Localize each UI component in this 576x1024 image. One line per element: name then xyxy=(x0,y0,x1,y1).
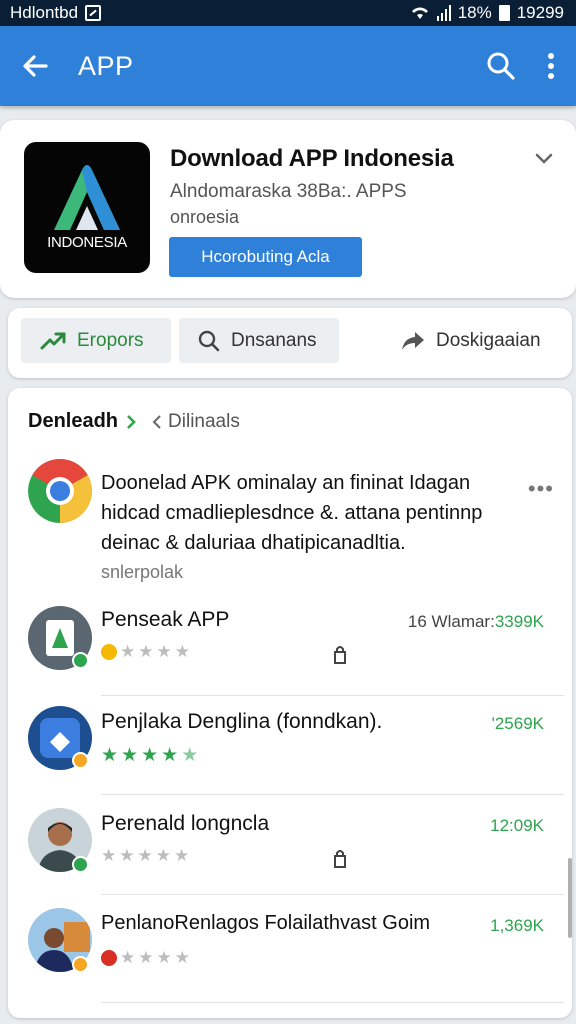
section-title: Denleadh xyxy=(28,410,119,432)
logo-text: INDONESIA xyxy=(47,234,127,251)
scrollbar[interactable] xyxy=(568,858,572,938)
more-horiz-icon[interactable]: ••• xyxy=(528,476,554,502)
chevron-left-icon xyxy=(152,414,161,429)
divider xyxy=(101,894,564,895)
back-arrow-icon[interactable] xyxy=(20,51,50,81)
item-meta: '2569K xyxy=(492,714,544,734)
item-meta: 12:09K xyxy=(490,816,544,836)
chrome-icon xyxy=(28,459,92,523)
featured-subtext: snlerpolak xyxy=(101,562,184,582)
item-downloads: '2569K xyxy=(491,714,544,733)
item-name: Penseak APP xyxy=(101,608,230,631)
verified-badge-icon xyxy=(72,652,89,669)
star-icon: ★ xyxy=(121,745,139,766)
more-vert-icon[interactable] xyxy=(546,52,556,80)
rating-stars: ★ ★ ★ ★ ★ xyxy=(101,744,198,767)
signal-icon xyxy=(436,5,451,21)
status-bar: Hdlontbd 18% 19299 xyxy=(0,0,576,26)
star-icon: ★ xyxy=(138,642,154,661)
star-icon: ★ xyxy=(137,846,153,865)
item-downloads: 12:09K xyxy=(490,816,544,835)
star-icon: ★ xyxy=(174,846,190,865)
chevron-down-icon[interactable] xyxy=(534,152,554,171)
trending-up-icon xyxy=(40,332,66,349)
star-icon: ★ xyxy=(101,846,117,865)
wifi-icon xyxy=(411,7,428,19)
star-icon: ★ xyxy=(161,745,179,766)
app-name: Download APP Indonesia xyxy=(170,145,454,172)
clock: 19299 xyxy=(516,3,564,22)
star-icon: ★ xyxy=(155,846,171,865)
lock-icon xyxy=(334,850,346,868)
rating-stars: ★ ★ ★ ★ xyxy=(101,948,190,968)
star-icon: ★ xyxy=(101,745,119,766)
tab-label: Dnsanans xyxy=(231,329,317,351)
divider xyxy=(101,695,564,696)
verified-badge-icon xyxy=(72,956,89,973)
app-developer: Alndomaraska 38Ba:. APPS xyxy=(170,181,407,202)
app-logo-mark-icon xyxy=(54,165,120,230)
item-name: Penjlaka Denglina (fonndkan). xyxy=(101,710,383,733)
section-header: Denleadh Dilinaals xyxy=(28,410,240,433)
search-icon[interactable] xyxy=(486,51,516,81)
search-icon xyxy=(198,330,220,351)
lock-icon xyxy=(334,646,346,664)
verified-badge-icon xyxy=(72,752,89,769)
divider xyxy=(101,794,564,795)
battery-percent: 18% xyxy=(457,3,492,22)
battery-icon xyxy=(498,5,510,21)
star-icon: ★ xyxy=(119,846,135,865)
tabs-bar: Eropors Dnsanans Doskigaaian xyxy=(8,308,572,378)
app-category: onroesia xyxy=(170,207,240,227)
tab-label: Doskigaaian xyxy=(436,329,541,351)
rating-dot-icon xyxy=(101,644,117,660)
app-bar: APP xyxy=(0,26,576,106)
rating-dot-icon xyxy=(101,950,117,966)
star-icon: ★ xyxy=(120,642,136,661)
notification-icon xyxy=(85,5,102,21)
star-icon: ★ xyxy=(138,948,154,967)
app-header-card: INDONESIA Download APP Indonesia Alndoma… xyxy=(0,120,576,298)
item-meta: 16 Wlamar:3399K xyxy=(408,612,544,632)
app-logo: INDONESIA xyxy=(24,142,150,273)
filter-label: Dilinaals xyxy=(168,410,240,432)
rating-stars: ★ ★ ★ ★ xyxy=(101,642,190,662)
carrier-label: Hdlontbd xyxy=(10,3,79,22)
chevron-right-icon[interactable] xyxy=(126,414,136,430)
item-meta: 1,369K xyxy=(490,916,544,936)
tab-doskigaaian[interactable]: Doskigaaian xyxy=(400,318,565,363)
share-icon xyxy=(402,331,424,350)
verified-badge-icon xyxy=(72,856,89,873)
star-icon: ★ xyxy=(156,948,172,967)
install-button[interactable]: Hcorobuting Acla xyxy=(169,237,362,277)
star-icon: ★ xyxy=(120,948,136,967)
star-icon: ★ xyxy=(174,642,190,661)
star-icon: ★ xyxy=(141,745,159,766)
item-name: Perenald longncla xyxy=(101,812,270,835)
tab-eropors[interactable]: Eropors xyxy=(21,318,171,363)
divider xyxy=(101,1002,564,1003)
featured-description: Doonelad APK ominalay an fininat Idagan … xyxy=(101,472,483,554)
star-icon: ★ xyxy=(174,948,190,967)
tab-dnsanans[interactable]: Dnsanans xyxy=(179,318,339,363)
filter-link[interactable]: Dilinaals xyxy=(152,411,240,433)
item-downloads: 1,369K xyxy=(490,916,544,935)
star-icon: ★ xyxy=(181,745,199,766)
star-icon: ★ xyxy=(156,642,172,661)
tab-label: Eropors xyxy=(77,329,144,351)
item-downloads: 3399K xyxy=(494,612,544,631)
item-name: PenlanoRenlagos Folailathvast Goim xyxy=(101,912,431,934)
app-bar-title: APP xyxy=(78,50,134,81)
item-date: 16 Wlamar: xyxy=(407,612,495,631)
rating-stars: ★ ★ ★ ★ ★ xyxy=(101,846,189,866)
